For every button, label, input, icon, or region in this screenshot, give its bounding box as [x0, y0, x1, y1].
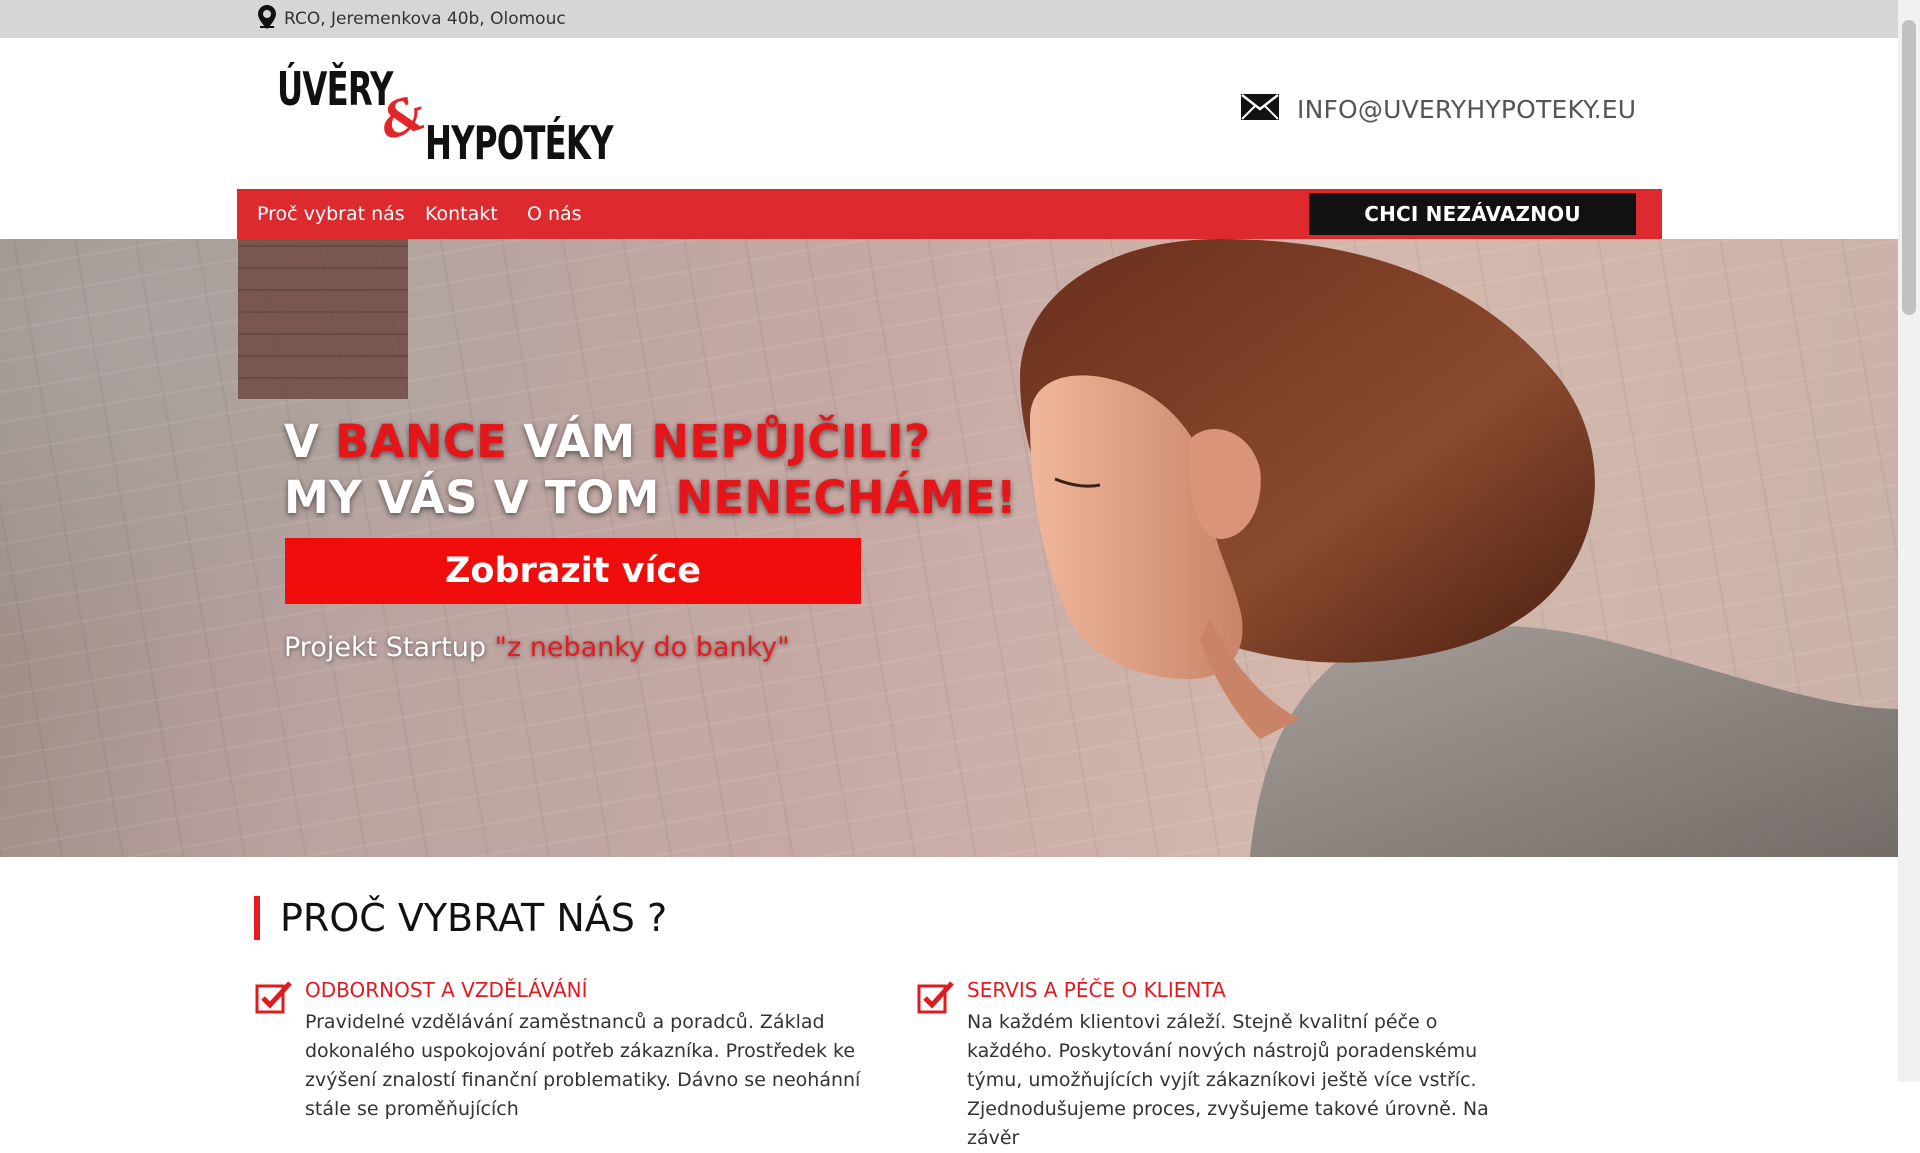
logo-line-2: HYPOTÉKY — [425, 116, 613, 170]
logo-line-1: ÚVĚRY — [277, 62, 393, 116]
hero-headline-line-2: MY VÁS V TOM NENECHÁME! — [284, 471, 1017, 524]
nav-item-proc-vybrat-nas[interactable]: Proč vybrat nás — [257, 189, 405, 239]
section-title: PROČ VYBRAT NÁS ? — [254, 896, 667, 940]
hero-woman-image — [1020, 239, 1898, 857]
page-scrollbar[interactable] — [1898, 0, 1920, 1082]
feature-title: ODBORNOST A VZDĚLÁVÁNÍ — [305, 978, 588, 1002]
request-offer-button[interactable]: CHCI NEZÁVAZNOU NABÍDKU — [1309, 193, 1636, 268]
nav-item-kontakt[interactable]: Kontakt — [425, 189, 498, 239]
header-contact[interactable]: INFO@UVERYHYPOTEKY.EU — [1241, 94, 1636, 124]
show-more-button[interactable]: Zobrazit více — [285, 538, 861, 604]
feature-text: Na každém klientovi záleží. Stejně kvali… — [967, 1011, 1489, 1149]
scrollbar-thumb[interactable] — [1902, 20, 1916, 315]
site-logo[interactable]: ÚVĚRY & HYPOTÉKY — [277, 62, 613, 172]
main-nav: Proč vybrat nás Kontakt O nás CHCI NEZÁV… — [237, 189, 1662, 268]
feature-text: Pravidelné vzdělávání zaměstnanců a pora… — [305, 1011, 861, 1120]
envelope-icon — [1241, 94, 1279, 124]
checkbox-check-icon — [255, 980, 293, 1014]
address-text: RCO, Jeremenkova 40b, Olomouc — [284, 9, 566, 29]
hero-headline: V BANCE VÁM NEPŮJČILI? MY VÁS V TOM NENE… — [284, 414, 1017, 526]
feature-title: SERVIS A PÉČE O KLIENTA — [967, 978, 1226, 1002]
nav-item-o-nas[interactable]: O nás — [527, 189, 582, 239]
checkbox-check-icon — [917, 980, 955, 1014]
top-info-bar: RCO, Jeremenkova 40b, Olomouc — [0, 0, 1898, 38]
hero-headline-line-1: V BANCE VÁM NEPŮJČILI? — [284, 415, 931, 468]
hero-background-chimney — [238, 239, 408, 399]
logo-ampersand: & — [373, 84, 432, 152]
hero-subtitle: Projekt Startup "z nebanky do banky" — [284, 632, 790, 663]
address: RCO, Jeremenkova 40b, Olomouc — [258, 0, 566, 38]
map-pin-icon — [258, 4, 276, 34]
contact-email[interactable]: INFO@UVERYHYPOTEKY.EU — [1297, 95, 1636, 124]
hero-banner: V BANCE VÁM NEPŮJČILI? MY VÁS V TOM NENE… — [0, 239, 1898, 857]
